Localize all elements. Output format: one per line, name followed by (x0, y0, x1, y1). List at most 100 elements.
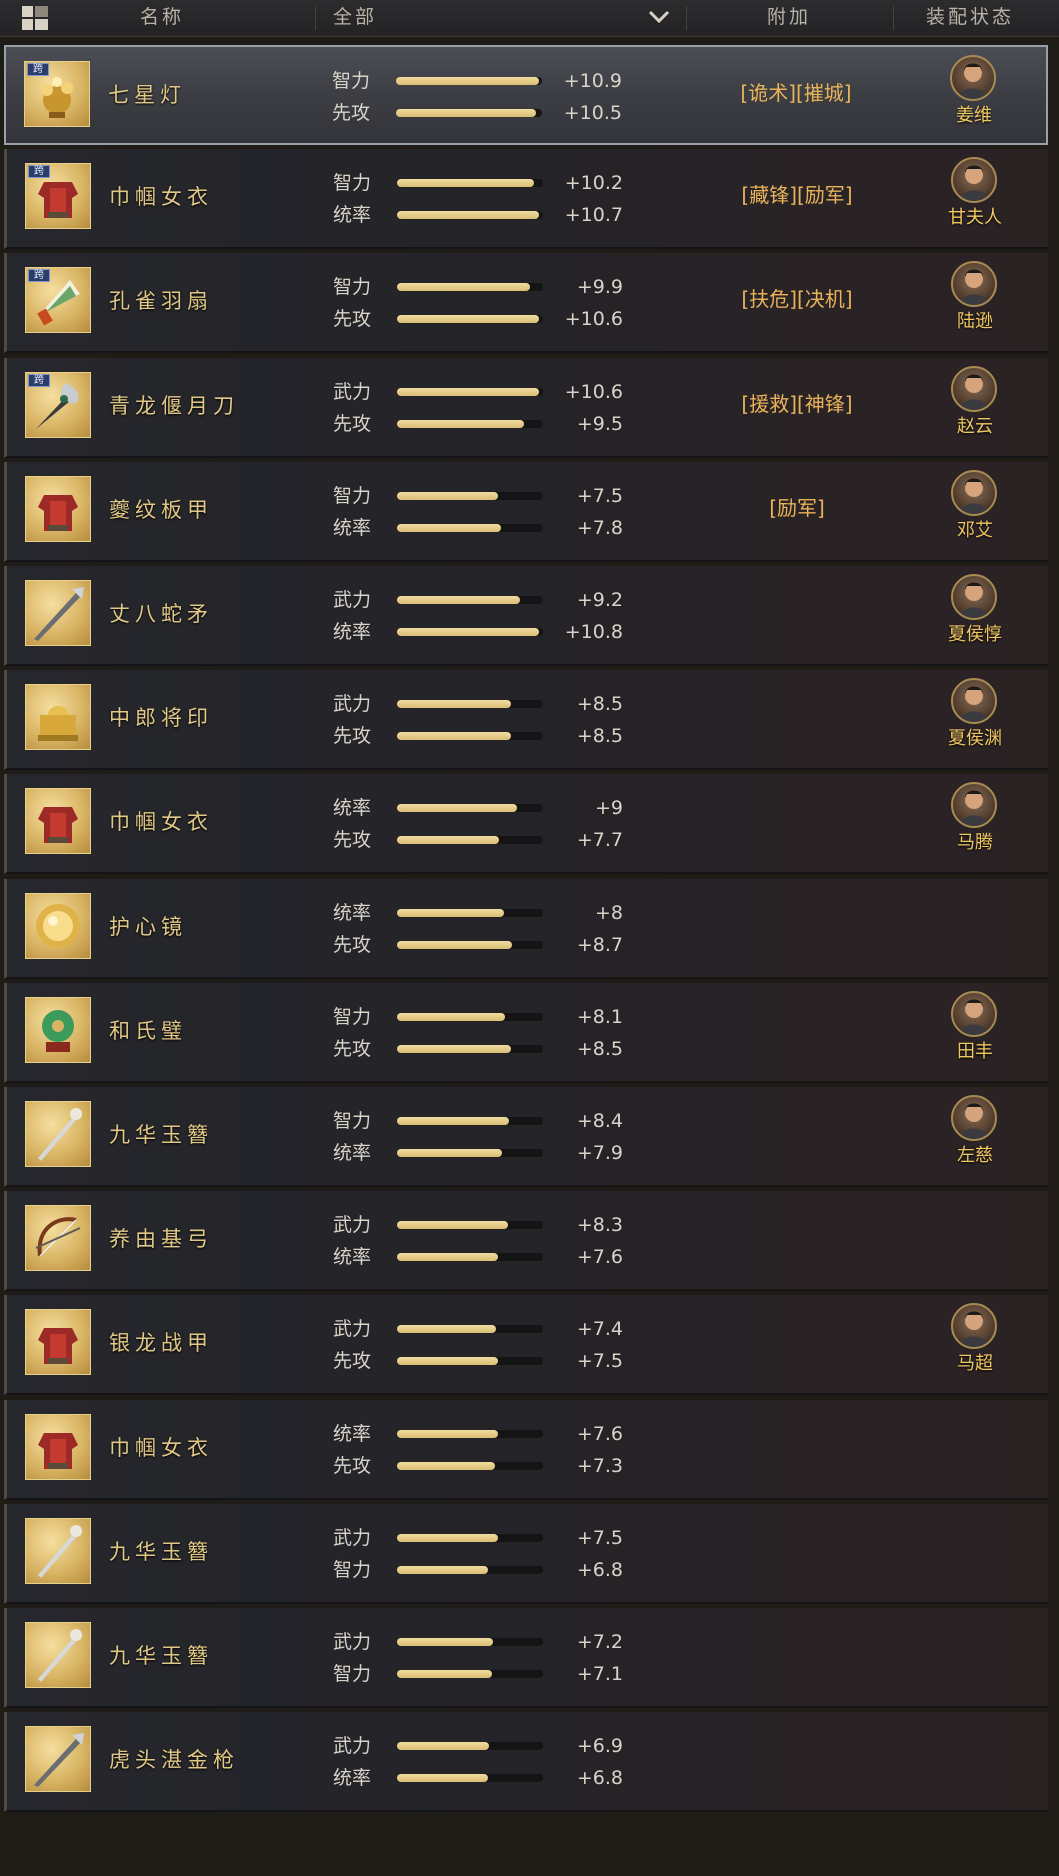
equipment-row[interactable]: 养由基弓 武力 +8.3 统率 +7.6 (4, 1191, 1048, 1291)
bonus-traits: [藏锋][励军] (647, 179, 947, 208)
general-avatar[interactable] (951, 261, 997, 307)
equipped-general[interactable]: 姜维 (946, 55, 1002, 139)
equip-status-column-header: 装配状态 (926, 6, 1015, 28)
bonus-trait[interactable]: [神锋] (797, 392, 853, 416)
stat-2: 统率 +7.6 (333, 1245, 623, 1269)
general-avatar[interactable] (951, 366, 997, 412)
equipped-general[interactable]: 赵云 (947, 366, 1003, 450)
general-avatar[interactable] (950, 55, 996, 101)
equipment-row[interactable]: 九华玉簪 智力 +8.4 统率 +7.9 左慈 (4, 1087, 1048, 1187)
stat-label: 先攻 (333, 934, 372, 956)
equipment-row[interactable]: 丈八蛇矛 武力 +9.2 统率 +10.8 夏侯惇 (4, 566, 1048, 666)
equipped-general[interactable]: 甘夫人 (947, 157, 1003, 241)
stat-bar-fill (397, 1430, 498, 1438)
equipment-row[interactable]: 九华玉簪 武力 +7.5 智力 +6.8 (4, 1504, 1048, 1604)
bonus-trait[interactable]: [决机] (797, 287, 853, 311)
stat-bar (396, 77, 542, 85)
stat-2: 智力 +7.1 (333, 1662, 623, 1686)
equipment-row[interactable]: 跨孔雀羽扇 智力 +9.9 先攻 +10.6 [扶危][决机] 陆逊 (4, 253, 1048, 353)
general-avatar[interactable] (951, 470, 997, 516)
stat-label: 先攻 (333, 1455, 372, 1477)
stat-label: 智力 (332, 70, 371, 92)
header-divider (686, 6, 687, 30)
stat-label: 武力 (333, 381, 372, 403)
equipment-row[interactable]: 银龙战甲 武力 +7.4 先攻 +7.5 马超 (4, 1295, 1048, 1395)
stat-label: 智力 (333, 1110, 372, 1132)
equipment-row[interactable]: 跨巾帼女衣 智力 +10.2 统率 +10.7 [藏锋][励军] 甘夫人 (4, 149, 1048, 249)
equipment-row[interactable]: 中郎将印 武力 +8.5 先攻 +8.5 夏侯渊 (4, 670, 1048, 770)
header-divider (893, 6, 894, 30)
stat-value: +9.9 (576, 276, 623, 298)
stat-bar (397, 1742, 543, 1750)
stat-bar (397, 1013, 543, 1021)
stat-value: +6.8 (576, 1559, 623, 1581)
stat-bar-fill (397, 732, 511, 740)
seal-icon (25, 684, 91, 750)
stat-bar (397, 315, 543, 323)
stat-2: 统率 +10.7 (333, 203, 623, 227)
equipment-row[interactable]: 巾帼女衣 统率 +7.6 先攻 +7.3 (4, 1400, 1048, 1500)
bonus-trait[interactable]: [扶危] (741, 287, 797, 311)
stat-label: 武力 (333, 1527, 372, 1549)
stat-bar (397, 1357, 543, 1365)
name-column-header[interactable]: 名称 (140, 0, 184, 36)
general-avatar[interactable] (951, 991, 997, 1037)
stat-label: 智力 (333, 1663, 372, 1685)
general-avatar[interactable] (951, 1095, 997, 1141)
equipment-row[interactable]: 护心镜 统率 +8 先攻 +8.7 (4, 879, 1048, 979)
equipped-general[interactable]: 邓艾 (947, 470, 1003, 554)
bonus-trait[interactable]: [援救] (741, 392, 797, 416)
general-name: 马超 (957, 1353, 993, 1374)
equipped-general[interactable]: 马腾 (947, 782, 1003, 866)
equipment-row[interactable]: 和氏璧 智力 +8.1 先攻 +8.5 田丰 (4, 983, 1048, 1083)
equipped-general[interactable]: 夏侯渊 (947, 678, 1003, 762)
bonus-trait[interactable]: [摧城] (796, 81, 852, 105)
filter-dropdown-value[interactable]: 全部 (333, 0, 377, 36)
stat-bar (397, 941, 543, 949)
bonus-trait[interactable]: [励军] (797, 183, 853, 207)
stat-bar-fill (397, 1045, 511, 1053)
equipment-row[interactable]: 跨七星灯 智力 +10.9 先攻 +10.5 [诡术][摧城] 姜维 (4, 45, 1048, 145)
general-avatar[interactable] (951, 1303, 997, 1349)
stat-bar-fill (397, 1566, 488, 1574)
stat-2: 先攻 +10.5 (332, 101, 622, 125)
stat-1: 智力 +10.2 (333, 171, 623, 195)
stat-bar (397, 1430, 543, 1438)
spear-icon (25, 1726, 91, 1792)
stat-bar (397, 836, 543, 844)
item-name: 九华玉簪 (109, 1123, 213, 1147)
stat-bar-fill (397, 700, 511, 708)
stat-2: 先攻 +8.5 (333, 724, 623, 748)
stat-bar-fill (397, 315, 539, 323)
equipment-row[interactable]: 夔纹板甲 智力 +7.5 统率 +7.8 [励军] 邓艾 (4, 462, 1048, 562)
stat-value: +7.6 (576, 1423, 623, 1445)
general-avatar[interactable] (951, 574, 997, 620)
equipment-row[interactable]: 跨青龙偃月刀 武力 +10.6 先攻 +9.5 [援救][神锋] 赵云 (4, 358, 1048, 458)
bonus-trait[interactable]: [诡术] (740, 81, 796, 105)
equipped-general[interactable]: 田丰 (947, 991, 1003, 1075)
bonus-traits: [诡术][摧城] (646, 77, 946, 106)
cross-server-badge: 跨 (28, 165, 50, 178)
equipment-row[interactable]: 虎头湛金枪 武力 +6.9 统率 +6.8 (4, 1712, 1048, 1812)
equipped-general[interactable]: 陆逊 (947, 261, 1003, 345)
stat-bar (397, 1117, 543, 1125)
stat-value: +10.8 (564, 621, 623, 643)
grid-layout-icon[interactable] (22, 6, 48, 30)
general-avatar[interactable] (951, 782, 997, 828)
equipped-general[interactable]: 左慈 (947, 1095, 1003, 1179)
stat-bar (397, 1566, 543, 1574)
bonus-trait[interactable]: [励军] (769, 496, 825, 520)
general-avatar[interactable] (951, 678, 997, 724)
stat-2: 先攻 +8.7 (333, 933, 623, 957)
stat-bar-fill (397, 909, 504, 917)
stat-1: 武力 +8.3 (333, 1213, 623, 1237)
bonus-trait[interactable]: [藏锋] (741, 183, 797, 207)
equipped-general[interactable]: 马超 (947, 1303, 1003, 1387)
stat-label: 先攻 (333, 1038, 372, 1060)
chevron-down-icon[interactable] (648, 10, 670, 24)
general-avatar[interactable] (951, 157, 997, 203)
equipment-row[interactable]: 巾帼女衣 统率 +9 先攻 +7.7 马腾 (4, 774, 1048, 874)
stat-label: 智力 (333, 172, 372, 194)
equipped-general[interactable]: 夏侯惇 (947, 574, 1003, 658)
equipment-row[interactable]: 九华玉簪 武力 +7.2 智力 +7.1 (4, 1608, 1048, 1708)
